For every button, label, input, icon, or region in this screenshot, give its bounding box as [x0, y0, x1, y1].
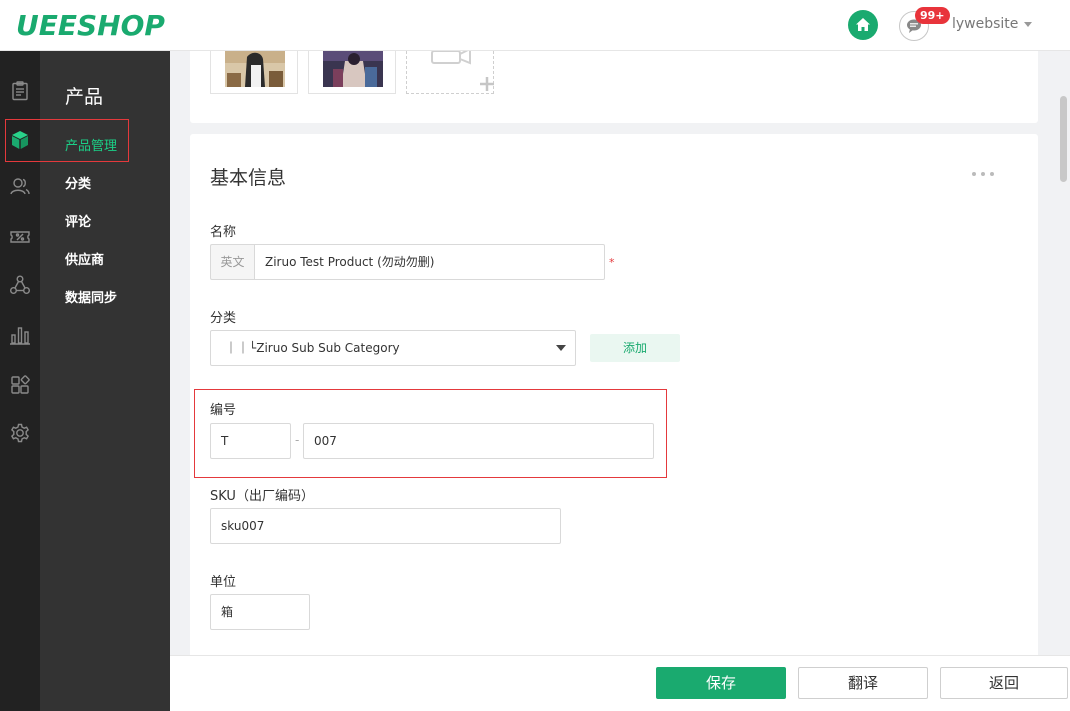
- number-input[interactable]: 007: [303, 423, 654, 459]
- username[interactable]: lywebsite: [952, 16, 1018, 32]
- product-photo-1: [225, 51, 285, 87]
- rail-item-settings[interactable]: [0, 415, 40, 451]
- settings-icon: [11, 423, 29, 443]
- product-name-input[interactable]: Ziruo Test Product (勿动勿删): [254, 244, 605, 280]
- subnav-item-reviews[interactable]: 评论: [65, 211, 91, 230]
- section-title: 基本信息: [210, 167, 287, 189]
- user-menu-chevron-down-icon[interactable]: [1024, 22, 1032, 27]
- chevron-down-icon[interactable]: [556, 345, 566, 351]
- name-label: 名称: [210, 225, 237, 240]
- back-button[interactable]: 返回: [940, 667, 1068, 699]
- add-video-button[interactable]: [406, 47, 494, 94]
- unit-label: 单位: [210, 575, 237, 590]
- product-image-thumbnail[interactable]: [308, 51, 396, 94]
- subnav-title: 产品: [65, 86, 104, 108]
- home-icon: [856, 18, 870, 31]
- required-mark: *: [609, 256, 615, 269]
- sku-label: SKU（出厂编码）: [210, 489, 314, 504]
- add-category-button[interactable]: 添加: [590, 334, 680, 362]
- stats-icon: [10, 327, 30, 345]
- promotion-icon: [10, 231, 30, 243]
- rail-item-distribution[interactable]: [0, 267, 40, 303]
- category-label: 分类: [210, 311, 237, 326]
- rail-item-customers[interactable]: [0, 168, 40, 204]
- highlight-box-products: [5, 119, 129, 162]
- home-button[interactable]: [848, 10, 878, 40]
- more-options-icon[interactable]: [972, 172, 994, 176]
- save-button[interactable]: 保存: [656, 667, 786, 699]
- translate-button[interactable]: 翻译: [798, 667, 928, 699]
- rail-item-promotions[interactable]: [0, 219, 40, 255]
- distribution-icon: [10, 275, 30, 294]
- number-label: 编号: [210, 403, 237, 418]
- language-tag: 英文: [210, 244, 254, 280]
- number-prefix-input[interactable]: T: [210, 423, 291, 459]
- logo[interactable]: UEESHOP: [16, 9, 165, 42]
- subnav-item-category[interactable]: 分类: [65, 173, 91, 192]
- rail-item-orders[interactable]: [0, 73, 40, 109]
- order-icon: [12, 81, 28, 101]
- apps-icon: [11, 375, 30, 394]
- number-separator: -: [295, 433, 300, 447]
- product-image-thumbnail[interactable]: [210, 51, 298, 94]
- video-add-icon: [431, 47, 494, 91]
- product-photo-2: [323, 51, 383, 87]
- subnav-item-data-sync[interactable]: 数据同步: [65, 287, 117, 306]
- category-select[interactable]: ｜｜└Ziruo Sub Sub Category: [210, 330, 576, 366]
- customer-icon: [10, 178, 30, 195]
- unit-input[interactable]: 箱: [210, 594, 310, 630]
- rail-item-statistics[interactable]: [0, 317, 40, 353]
- scrollbar-thumb[interactable]: [1060, 96, 1067, 182]
- message-count-badge: 99+: [915, 7, 950, 24]
- action-bar: [170, 655, 1070, 711]
- sku-input[interactable]: sku007: [210, 508, 561, 544]
- rail-item-apps[interactable]: [0, 367, 40, 403]
- subnav-item-suppliers[interactable]: 供应商: [65, 249, 104, 268]
